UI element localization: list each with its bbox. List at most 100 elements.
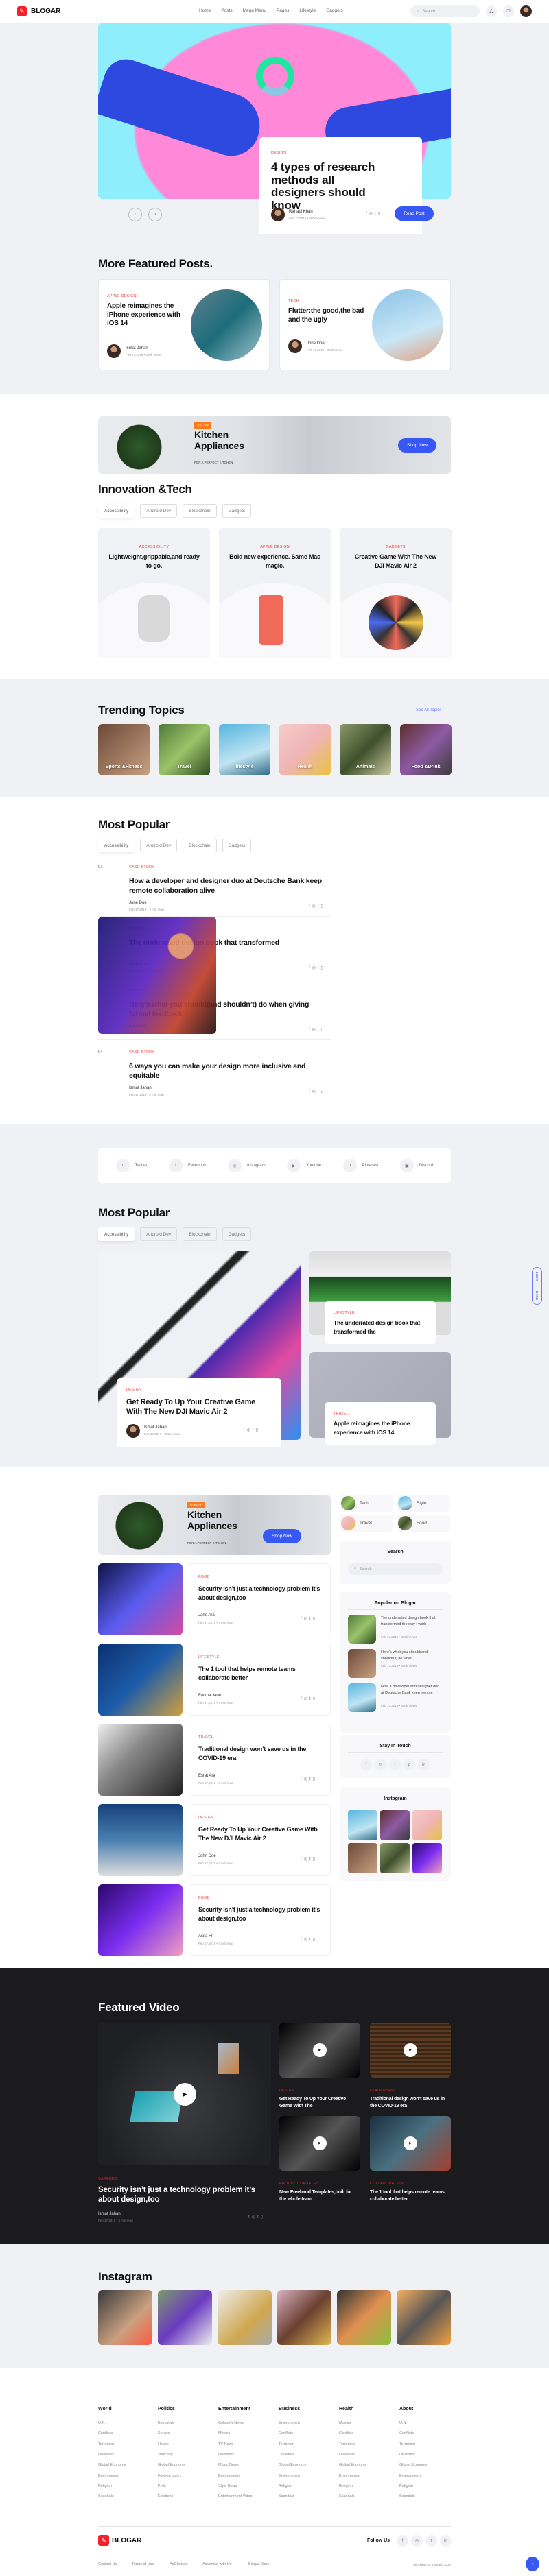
post-thumbnail[interactable] xyxy=(98,1884,183,1956)
tab-android-dev[interactable]: Android Dev xyxy=(140,839,178,852)
card-category[interactable]: APPLE DESIGN xyxy=(219,545,331,549)
kitchen-banner-2[interactable]: 60% OFF Kitchen Appliances FOR A PERFECT K… xyxy=(98,1495,331,1555)
topic-tile[interactable]: Sports &Fitness xyxy=(98,724,150,775)
nav-posts[interactable]: Posts xyxy=(221,8,232,13)
theme-light-option[interactable]: LIGHT xyxy=(533,1268,541,1286)
bookmark-icon[interactable]: ❐ xyxy=(503,5,514,17)
video-thumbnail[interactable]: ▶ xyxy=(370,2116,451,2171)
post-title[interactable]: Get Ready To Up Your Creative Game With … xyxy=(198,1825,325,1842)
play-button[interactable]: ▶ xyxy=(404,2136,417,2150)
footer-link[interactable]: Terrorism xyxy=(399,2442,415,2446)
instagram-thumbnail[interactable] xyxy=(412,1843,442,1873)
tab-gadgets[interactable]: Gadgets xyxy=(222,504,252,518)
featured-post-card[interactable]: TECH Flutter:the good,the bad and the ugl… xyxy=(279,279,451,370)
share-icons[interactable]: f◎t▯ xyxy=(309,904,325,908)
nav-gadgets[interactable]: Gadgets xyxy=(326,8,343,13)
footer-link[interactable]: Global Economy xyxy=(339,2463,366,2467)
footer-link[interactable]: Global Economy xyxy=(158,2463,185,2467)
innovation-card[interactable]: GADGETS Creative Game With The New DJI Ma… xyxy=(340,528,452,658)
post-category[interactable]: TRAVEL xyxy=(334,1412,427,1416)
instagram-thumbnail[interactable] xyxy=(380,1843,410,1873)
popular-thumbnail[interactable] xyxy=(348,1615,376,1644)
footer-bottom-link[interactable]: Contact Us xyxy=(98,2562,117,2566)
post-card[interactable]: DESIGN Get Ready To Up Your Creative Game… xyxy=(189,1804,331,1876)
post-title[interactable]: Security isn’t just a technology problem… xyxy=(198,1905,325,1923)
post-title[interactable]: Security isn’t just a technology problem… xyxy=(198,1585,325,1602)
post-category[interactable]: DESIGN xyxy=(198,1816,213,1820)
sidebar-category-food[interactable]: Food xyxy=(397,1515,450,1532)
tab-accessibility[interactable]: Accessibility xyxy=(98,504,135,518)
footer-link[interactable]: Environment xyxy=(218,2474,240,2478)
hero-post-card[interactable]: DESIGN 4 types of research methods all d… xyxy=(259,137,434,234)
post-category[interactable]: LIFESTYLE xyxy=(334,1311,427,1315)
card-category[interactable]: ACCESSIBILITY xyxy=(98,545,210,549)
video-category[interactable]: LEADERSHIP xyxy=(370,2089,395,2093)
instagram-thumbnail[interactable] xyxy=(348,1843,377,1873)
instagram-image[interactable] xyxy=(397,2290,451,2345)
post-author[interactable]: Jone Doe xyxy=(307,341,325,346)
popular-title[interactable]: Here’s what you should(and shouldn’t) do… xyxy=(381,1650,443,1661)
instagram-thumbnail[interactable] xyxy=(348,1810,377,1840)
footer-link[interactable]: Terrorism xyxy=(98,2442,114,2446)
footer-link[interactable]: Scandals xyxy=(279,2494,294,2499)
social-link-facebook[interactable]: f Facebook xyxy=(169,1159,206,1172)
footer-link[interactable]: U.N. xyxy=(399,2421,407,2425)
post-author[interactable]: Asifa Fr xyxy=(198,1934,213,1938)
post-author[interactable]: Ismat Jahan xyxy=(144,1425,167,1430)
share-icons[interactable]: f◎t▯ xyxy=(309,965,325,970)
footer-link[interactable]: Scandals xyxy=(98,2494,114,2499)
share-icons[interactable]: f◎t▯ xyxy=(301,1937,317,1942)
footer-link[interactable]: Style News xyxy=(218,2484,237,2488)
instagram-icon[interactable]: ◎ xyxy=(375,1759,386,1770)
post-thumbnail[interactable] xyxy=(98,1724,183,1796)
footer-link[interactable]: Environment xyxy=(98,2474,119,2478)
topic-tile[interactable]: Health xyxy=(279,724,331,775)
instagram-icon[interactable]: ◎ xyxy=(411,2535,423,2547)
footer-link[interactable]: Global Economy xyxy=(279,2463,306,2467)
video-category[interactable]: CAREERS xyxy=(98,2177,117,2181)
hero-author[interactable]: Rahabi Khan xyxy=(289,210,313,214)
footer-link[interactable]: Disasters xyxy=(218,2453,234,2457)
social-link-discord[interactable]: ▣ Discord xyxy=(399,1159,433,1172)
post-title[interactable]: Apple reimagines the iPhone experience w… xyxy=(107,302,184,328)
read-post-button[interactable]: Read Post xyxy=(395,206,434,221)
item-title[interactable]: 6 ways you can make your design more inc… xyxy=(129,1061,328,1081)
hero-category[interactable]: DESIGN xyxy=(271,151,410,155)
footer-bottom-link[interactable]: Terms of Use xyxy=(132,2562,154,2566)
footer-link[interactable]: Global Economy xyxy=(399,2463,427,2467)
card-category[interactable]: GADGETS xyxy=(340,545,452,549)
post-category[interactable]: APPLE DESIGN xyxy=(107,294,137,298)
video-item-title[interactable]: New:Freehand Templates,built for the who… xyxy=(279,2189,358,2202)
topic-label[interactable]: Health xyxy=(279,765,331,769)
card-title[interactable]: Lightweight,grippable,and ready to go. xyxy=(108,553,200,570)
topic-tile[interactable]: Animals xyxy=(340,724,391,775)
popular-title[interactable]: How a developer and designer duo at Deut… xyxy=(381,1684,443,1696)
popular-thumbnail[interactable] xyxy=(348,1683,376,1712)
footer-link[interactable]: Entertainment Video xyxy=(218,2494,253,2499)
logo-text[interactable]: BLOGAR xyxy=(31,8,60,15)
footer-link[interactable]: Disasters xyxy=(339,2453,355,2457)
instagram-image[interactable] xyxy=(277,2290,331,2345)
instagram-thumbnail[interactable] xyxy=(412,1810,442,1840)
post-author[interactable]: Jane Ara xyxy=(198,1613,215,1617)
post-title[interactable]: The 1 tool that helps remote teams colla… xyxy=(198,1665,325,1682)
post-card[interactable]: FOOD Security isn’t just a technology pro… xyxy=(189,1884,331,1956)
share-icons[interactable]: f◎t▯ xyxy=(248,2215,265,2219)
sidebar-category-travel[interactable]: Travel xyxy=(340,1515,393,1532)
share-icons[interactable]: f◎t▯ xyxy=(244,1428,260,1432)
video-category[interactable]: DESIGN xyxy=(279,2089,294,2093)
post-category[interactable]: DESIGN xyxy=(126,1388,272,1392)
share-icons[interactable]: f◎t▯ xyxy=(309,1089,325,1094)
tab-accessibility[interactable]: Accessibility xyxy=(98,1227,135,1241)
item-author[interactable]: Jone Doe xyxy=(129,901,147,905)
instagram-image[interactable] xyxy=(158,2290,212,2345)
footer-link[interactable]: Religion xyxy=(339,2484,353,2488)
footer-link[interactable]: Global Economy xyxy=(98,2463,126,2467)
facebook-icon[interactable]: f xyxy=(360,1759,372,1770)
nav-pages[interactable]: Pages xyxy=(277,8,289,13)
nav-mega-menu[interactable]: Mega Menu xyxy=(243,8,266,13)
popular-title[interactable]: The underrated design book that transfor… xyxy=(381,1615,443,1627)
tab-android-dev[interactable]: Android Dev xyxy=(140,504,178,518)
logo-icon[interactable]: ✎ xyxy=(17,6,27,16)
nav-home[interactable]: Home xyxy=(199,8,211,13)
